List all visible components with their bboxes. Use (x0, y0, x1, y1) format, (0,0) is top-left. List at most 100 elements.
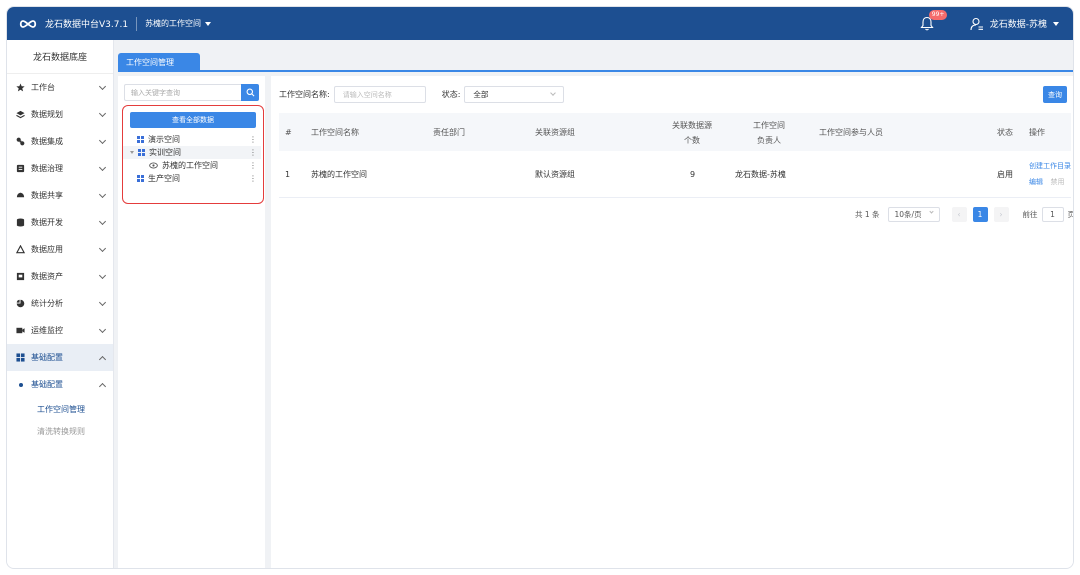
tree-node-label: 实训空间 (149, 148, 181, 157)
edit-link[interactable]: 编辑 (1029, 178, 1043, 186)
notification-button[interactable]: 99+ (920, 9, 948, 32)
col-ops: 操作 (1029, 127, 1045, 137)
chevron-down-icon (98, 190, 107, 198)
chevron-down-icon (98, 109, 107, 117)
cell-group: 默认资源组 (535, 169, 575, 179)
col-members: 工作空间参与人员 (819, 127, 883, 137)
sidebar-item-cleaning-rules[interactable]: 清洗转换规则 (7, 420, 113, 442)
chevron-down-icon (98, 217, 107, 225)
more-icon[interactable]: ⋮ (249, 161, 257, 170)
col-name: 工作空间名称 (311, 127, 359, 137)
grid-icon (138, 149, 145, 156)
chevron-down-icon (928, 209, 934, 214)
disable-link[interactable]: 禁用 (1051, 178, 1065, 186)
workspace-label: 苏槐的工作空间 (145, 19, 202, 28)
cell-status: 启用 (997, 169, 1013, 179)
user-icon (970, 17, 983, 30)
user-menu[interactable]: 龙石数据-苏槐 (970, 17, 1059, 31)
col-group: 关联资源组 (535, 127, 575, 137)
grid-icon (137, 136, 144, 143)
chevron-up-icon (98, 355, 107, 363)
sidebar-item-label: 数据治理 (31, 164, 63, 173)
database-icon (15, 218, 25, 228)
page-number-current[interactable]: 1 (972, 207, 988, 222)
tree-node-my-workspace[interactable]: 苏槐的工作空间 ⋮ (123, 159, 261, 172)
sidebar-item-governance[interactable]: 数据治理 (7, 155, 113, 182)
more-icon[interactable]: ⋮ (249, 174, 257, 183)
share-icon (15, 191, 25, 201)
sidebar-item-monitoring[interactable]: 运维监控 (7, 317, 113, 344)
app-icon (15, 245, 25, 255)
sidebar-item-label: 运维监控 (31, 326, 63, 335)
goto-page-input[interactable]: 1 (1041, 207, 1064, 222)
status-filter-select[interactable]: 全部 (464, 86, 565, 103)
app-title: 龙石数据中台V3.7.1 (45, 20, 129, 30)
notification-badge: 99+ (928, 9, 948, 20)
sidebar-item-label: 工作台 (31, 83, 55, 92)
sidebar-item-workspace-mgmt[interactable]: 工作空间管理 (7, 398, 113, 420)
tree-search-input[interactable]: 输入关键字查询 (124, 84, 241, 101)
link-icon (15, 137, 25, 147)
tree-node-production[interactable]: 生产空间 ⋮ (123, 172, 261, 185)
status-filter-value: 全部 (473, 90, 489, 99)
top-bar: 龙石数据中台V3.7.1 苏槐的工作空间 99+ 龙石数据-苏槐 (7, 7, 1073, 40)
next-page-button[interactable]: › (993, 207, 1009, 222)
asset-icon (15, 272, 25, 282)
sidebar-item-workbench[interactable]: 工作台 (7, 74, 113, 101)
cell-name: 苏槐的工作空间 (311, 169, 367, 179)
table-header: # 工作空间名称 责任部门 关联资源组 关联数据源 个数 工作空间 负责人 工作… (279, 113, 1071, 151)
tree-search-button[interactable] (241, 84, 259, 101)
more-icon[interactable]: ⋮ (249, 148, 257, 157)
sidebar-item-statistics[interactable]: 统计分析 (7, 290, 113, 317)
create-directory-link[interactable]: 创建工作目录 (1029, 161, 1071, 171)
goto-label: 前往 (1022, 210, 1038, 219)
prev-page-button[interactable]: ‹ (951, 207, 967, 222)
app-window: 龙石数据中台V3.7.1 苏槐的工作空间 99+ 龙石数据-苏槐 龙石数据底座 … (6, 6, 1074, 569)
sidebar-item-label: 数据应用 (31, 245, 63, 254)
sidebar-subgroup-label: 基础配置 (31, 380, 63, 389)
more-icon[interactable]: ⋮ (249, 135, 257, 144)
logo-icon (19, 15, 37, 33)
sidebar-item-sharing[interactable]: 数据共享 (7, 182, 113, 209)
tab-strip: 工作空间管理 (118, 46, 1073, 72)
page-size-select[interactable]: 10条/页 (887, 207, 940, 222)
sidebar-item-label: 数据开发 (31, 218, 63, 227)
chevron-down-icon (98, 136, 107, 144)
goto-unit: 页 (1068, 209, 1074, 220)
status-filter-label: 状态: (441, 90, 461, 99)
col-count: 关联数据源 个数 (667, 120, 717, 146)
main-content: 工作空间名称: 请输入空间名称 状态: 全部 查询 # 工作空间名称 责任部门 … (271, 76, 1074, 568)
sidebar-item-label: 基础配置 (31, 353, 63, 362)
chevron-down-icon (98, 163, 107, 171)
layers-icon (15, 110, 25, 120)
workspace-tree: 查看全部数据 演示空间 ⋮ 实训空间 ⋮ 苏槐的工作空间 ⋮ 生产空间 ⋮ (122, 105, 264, 204)
grid-icon (15, 353, 25, 363)
query-button[interactable]: 查询 (1043, 86, 1067, 103)
sidebar-item-assets[interactable]: 数据资产 (7, 263, 113, 290)
sidebar-title: 龙石数据底座 (7, 40, 113, 74)
tree-node-label: 苏槐的工作空间 (162, 161, 218, 170)
tree-node-training[interactable]: 实训空间 ⋮ (123, 146, 261, 159)
name-filter-label: 工作空间名称: (279, 90, 330, 99)
caret-down-icon (130, 151, 134, 154)
name-filter-input[interactable]: 请输入空间名称 (333, 86, 426, 103)
sidebar-item-label: 数据规划 (31, 110, 63, 119)
tree-node-demo[interactable]: 演示空间 ⋮ (123, 133, 261, 146)
cell-owner: 龙石数据-苏槐 (735, 169, 786, 179)
sidebar-subgroup-config[interactable]: 基础配置 (7, 371, 113, 398)
col-index: # (285, 127, 292, 137)
sidebar-item-application[interactable]: 数据应用 (7, 236, 113, 263)
governance-icon (15, 164, 25, 174)
sidebar-item-planning[interactable]: 数据规划 (7, 101, 113, 128)
workspace-switcher[interactable]: 苏槐的工作空间 (145, 18, 212, 29)
sidebar-item-config[interactable]: 基础配置 (7, 344, 113, 371)
tab-workspace-mgmt[interactable]: 工作空间管理 (118, 53, 200, 72)
view-all-button[interactable]: 查看全部数据 (130, 112, 256, 128)
sidebar-item-label: 数据集成 (31, 137, 63, 146)
sidebar-item-integration[interactable]: 数据集成 (7, 128, 113, 155)
divider (136, 16, 138, 31)
sidebar-item-development[interactable]: 数据开发 (7, 209, 113, 236)
sidebar-item-label: 数据资产 (31, 272, 63, 281)
eye-icon (149, 162, 158, 169)
chevron-down-icon (550, 90, 557, 96)
